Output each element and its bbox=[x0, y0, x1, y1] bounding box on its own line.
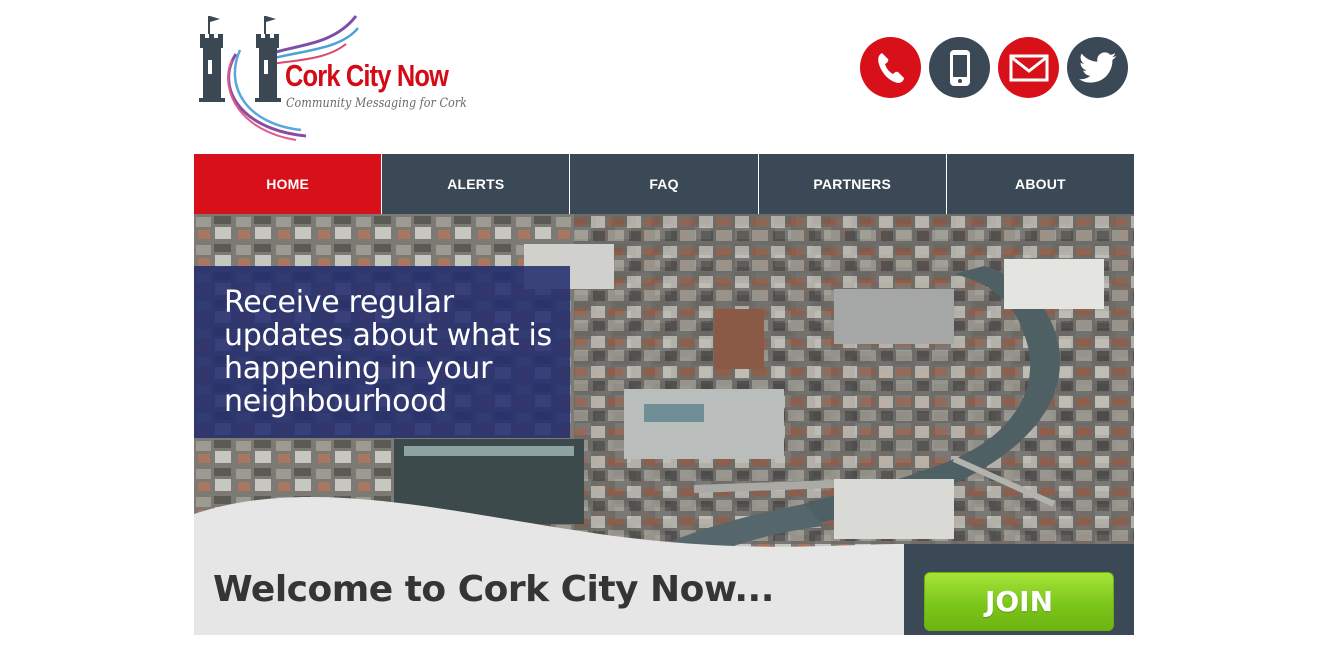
main-nav: HOME ALERTS FAQ PARTNERS ABOUT bbox=[194, 154, 1135, 214]
join-button[interactable]: JOIN bbox=[924, 572, 1114, 631]
phone-button[interactable] bbox=[860, 37, 921, 98]
hero-banner: Receive regular updates about what is ha… bbox=[194, 214, 1134, 635]
brand-tagline: Community Messaging for Cork bbox=[286, 96, 467, 111]
mail-button[interactable] bbox=[998, 37, 1059, 98]
mobile-button[interactable] bbox=[929, 37, 990, 98]
join-panel: JOIN bbox=[904, 544, 1134, 635]
page-wrapper: Cork City Now Community Messaging for Co… bbox=[194, 0, 1135, 660]
hero-headline: Receive regular updates about what is ha… bbox=[224, 285, 552, 419]
site-logo[interactable]: Cork City Now Community Messaging for Co… bbox=[196, 14, 476, 144]
mail-icon bbox=[1009, 54, 1048, 81]
mobile-icon bbox=[949, 49, 970, 86]
nav-item-about[interactable]: ABOUT bbox=[945, 154, 1135, 214]
nav-item-partners[interactable]: PARTNERS bbox=[757, 154, 946, 214]
brand-title: Cork City Now bbox=[285, 58, 449, 93]
contact-icons bbox=[860, 37, 1128, 98]
hero-message-box: Receive regular updates about what is ha… bbox=[194, 266, 570, 438]
twitter-icon bbox=[1078, 51, 1116, 83]
twitter-button[interactable] bbox=[1067, 37, 1128, 98]
nav-item-faq[interactable]: FAQ bbox=[569, 154, 758, 214]
nav-item-home[interactable]: HOME bbox=[194, 154, 382, 214]
welcome-heading: Welcome to Cork City Now... bbox=[213, 569, 774, 610]
nav-item-alerts[interactable]: ALERTS bbox=[381, 154, 570, 214]
phone-icon bbox=[877, 52, 904, 83]
